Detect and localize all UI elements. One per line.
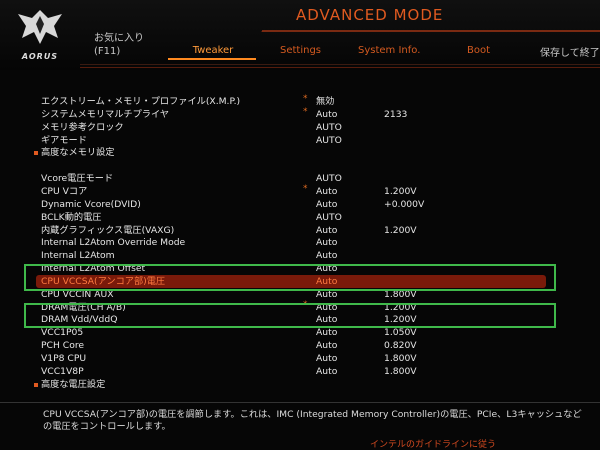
tab-boot[interactable]: Boot: [467, 45, 490, 56]
tab-settings[interactable]: Settings: [280, 45, 321, 56]
setting-value[interactable]: Auto: [316, 339, 337, 352]
tab-system-info[interactable]: System Info.: [358, 45, 420, 56]
settings-row[interactable]: 高度な電圧設定: [0, 378, 600, 391]
setting-label: メモリ参考クロック: [41, 121, 124, 133]
setting-label: Vcore電圧モード: [41, 173, 114, 185]
modified-star-icon: *: [303, 94, 308, 104]
settings-row[interactable]: Internal L2Atom Override Mode Auto: [0, 236, 600, 249]
settings-row[interactable]: 高度なメモリ設定: [0, 146, 600, 159]
setting-label: VCC1P05: [41, 327, 84, 339]
settings-row[interactable]: BCLK動的電圧 AUTO: [0, 211, 600, 224]
setting-value[interactable]: Auto: [316, 236, 337, 249]
settings-row[interactable]: Dynamic Vcore(DVID) Auto +0.000V: [0, 198, 600, 211]
submenu-marker-icon: [34, 382, 38, 387]
setting-label: 高度なメモリ設定: [41, 147, 115, 159]
brand-name: AORUS: [21, 52, 59, 61]
setting-label: VCC1V8P: [41, 365, 84, 377]
setting-current-reading: 1.200V: [384, 185, 417, 197]
modified-star-icon: *: [303, 183, 308, 194]
setting-current-reading: 1.050V: [384, 327, 417, 339]
tab-divider: [80, 64, 600, 65]
setting-label: Internal L2Atom Override Mode: [41, 237, 186, 249]
mode-title: ADVANCED MODE: [296, 6, 444, 24]
aorus-logo: AORUS: [10, 4, 70, 66]
setting-label: 高度な電圧設定: [41, 378, 106, 390]
setting-label: Dynamic Vcore(DVID): [41, 198, 141, 210]
help-divider: [0, 402, 600, 403]
settings-row[interactable]: VCC1P05 Auto 1.050V: [0, 326, 600, 339]
setting-value[interactable]: AUTO: [316, 211, 342, 224]
settings-row[interactable]: エクストリーム・メモリ・プロファイル(X.M.P.) * 無効: [0, 94, 600, 108]
settings-row[interactable]: システムメモリマルチプライヤ * Auto 2133: [0, 106, 600, 121]
setting-label: エクストリーム・メモリ・プロファイル(X.M.P.): [41, 96, 241, 107]
setting-current-reading: 0.820V: [384, 340, 417, 352]
help-text: CPU VCCSA(アンコア部)の電圧を調節します。これは、IMC (Integ…: [43, 409, 582, 432]
favorites-key: (F11): [94, 46, 121, 57]
setting-current-reading: 1.200V: [384, 224, 417, 236]
favorites-button[interactable]: お気に入り (F11): [94, 32, 144, 58]
setting-value[interactable]: Auto: [316, 198, 337, 211]
annotation-box-dram-vdd: [24, 303, 556, 328]
setting-value[interactable]: AUTO: [316, 134, 342, 147]
setting-value[interactable]: Auto: [316, 108, 337, 121]
setting-label: PCH Core: [41, 340, 85, 352]
header-bar: AORUS ADVANCED MODE お気に入り (F11) Tweaker …: [0, 0, 600, 70]
setting-label: V1P8 CPU: [41, 353, 87, 364]
settings-row[interactable]: VCC1V8P Auto 1.800V: [0, 365, 600, 378]
settings-row[interactable]: 内蔵グラフィックス電圧(VAXG) Auto 1.200V: [0, 224, 600, 237]
settings-row[interactable]: Internal L2Atom Auto: [0, 249, 600, 262]
setting-current-reading: 1.800V: [384, 365, 417, 377]
setting-value[interactable]: Auto: [316, 352, 337, 365]
setting-current-reading: +0.000V: [384, 198, 425, 210]
setting-current-reading: 1.800V: [384, 353, 417, 364]
setting-label: BCLK動的電圧: [41, 211, 102, 223]
setting-value[interactable]: AUTO: [316, 121, 342, 134]
favorites-label: お気に入り: [94, 33, 144, 44]
settings-row[interactable]: PCH Core Auto 0.820V: [0, 339, 600, 352]
setting-value[interactable]: Auto: [316, 185, 337, 198]
help-highlight: インテルのガイドラインに従う: [370, 440, 497, 450]
settings-row[interactable]: Vcore電圧モード AUTO: [0, 172, 600, 185]
active-tab-indicator: [168, 58, 256, 60]
falcon-icon: [18, 10, 62, 44]
tab-tweaker[interactable]: Tweaker: [182, 45, 244, 56]
setting-value[interactable]: Auto: [316, 326, 337, 339]
setting-value[interactable]: Auto: [316, 224, 337, 237]
setting-label: Internal L2Atom: [41, 250, 115, 262]
settings-row[interactable]: メモリ参考クロック AUTO: [0, 121, 600, 134]
setting-value[interactable]: Auto: [316, 365, 337, 378]
tab-save-and-exit[interactable]: 保存して終了: [540, 44, 600, 59]
settings-row[interactable]: CPU Vコア * Auto 1.200V: [0, 183, 600, 198]
setting-value[interactable]: Auto: [316, 249, 337, 262]
settings-row[interactable]: ギアモード AUTO: [0, 134, 600, 147]
setting-current-reading: 2133: [384, 108, 408, 120]
submenu-marker-icon: [34, 151, 38, 156]
setting-label: 内蔵グラフィックス電圧(VAXG): [41, 224, 175, 236]
settings-row[interactable]: V1P8 CPU Auto 1.800V: [0, 352, 600, 365]
setting-value[interactable]: 無効: [316, 95, 334, 108]
modified-star-icon: *: [303, 106, 308, 117]
annotation-box-vccsa: [24, 264, 556, 291]
tab-divider-accent: [80, 67, 600, 68]
settings-row: [0, 159, 600, 172]
setting-label: ギアモード: [41, 134, 87, 146]
setting-value[interactable]: AUTO: [316, 172, 342, 185]
setting-label: システムメモリマルチプライヤ: [41, 108, 170, 120]
setting-label: CPU Vコア: [41, 185, 88, 197]
